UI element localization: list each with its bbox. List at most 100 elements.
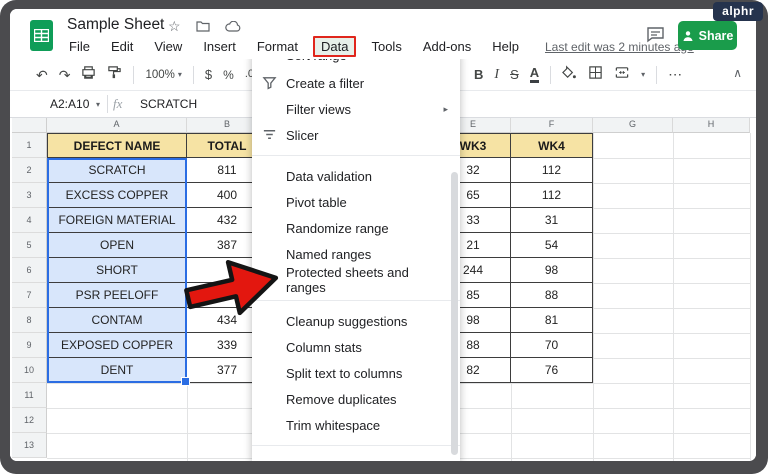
column-header-g[interactable]: G — [593, 116, 673, 133]
menu-item-column-stats[interactable]: Column stats — [252, 334, 460, 360]
share-button[interactable]: Share — [678, 21, 737, 50]
menu-item-cleanup-suggestions[interactable]: Cleanup suggestions — [252, 308, 460, 334]
more-options-icon[interactable]: ⋯ — [668, 66, 683, 83]
table-cell[interactable]: 76 — [511, 358, 593, 383]
bold-button[interactable]: B — [474, 67, 483, 82]
menu-item-slicer[interactable]: Slicer — [252, 122, 460, 148]
row-header-12[interactable]: 12 — [12, 408, 47, 433]
print-icon[interactable] — [81, 65, 96, 85]
table-cell[interactable]: SHORT — [47, 258, 187, 283]
column-header-a[interactable]: A — [47, 116, 187, 133]
formula-input[interactable]: SCRATCH — [140, 97, 197, 111]
row-header-3[interactable]: 3 — [12, 183, 47, 208]
table-cell[interactable]: SCRATCH — [47, 158, 187, 183]
column-header-h[interactable]: H — [673, 116, 750, 133]
chevron-down-icon: ▾ — [178, 70, 182, 79]
menu-file[interactable]: File — [66, 38, 93, 55]
menu-addons[interactable]: Add-ons — [420, 38, 474, 55]
divider — [193, 66, 194, 84]
collapse-toolbar-icon[interactable]: ∧ — [733, 66, 742, 80]
column-header-f[interactable]: F — [511, 116, 593, 133]
text-color-button[interactable]: A — [530, 66, 539, 83]
menu-item-data-validation[interactable]: Data validation — [252, 163, 460, 189]
chevron-down-icon[interactable]: ▾ — [641, 70, 645, 79]
currency-format-button[interactable]: $ — [205, 68, 212, 81]
divider — [656, 66, 657, 84]
row-header-5[interactable]: 5 — [12, 233, 47, 258]
row-header-7[interactable]: 7 — [12, 283, 47, 308]
table-cell[interactable]: WK4 — [511, 133, 593, 158]
table-cell[interactable]: 54 — [511, 233, 593, 258]
row-header-6[interactable]: 6 — [12, 258, 47, 283]
menu-item-pivot-table[interactable]: Pivot table — [252, 189, 460, 215]
person-icon — [682, 30, 694, 42]
menu-item-filter-views[interactable]: Filter views ▸ — [252, 96, 460, 122]
row-header-11[interactable]: 11 — [12, 383, 47, 408]
menu-tools[interactable]: Tools — [368, 38, 404, 55]
row-header-9[interactable]: 9 — [12, 333, 47, 358]
table-cell[interactable]: CONTAM — [47, 308, 187, 333]
shortcut-label: Alt+Shift+→ — [384, 459, 448, 461]
row-header-4[interactable]: 4 — [12, 208, 47, 233]
fill-color-icon[interactable] — [562, 65, 577, 85]
merge-cells-icon[interactable] — [614, 65, 630, 85]
menu-item-remove-duplicates[interactable]: Remove duplicates — [252, 386, 460, 412]
menu-divider — [252, 445, 460, 446]
menu-item-create-a-filter[interactable]: Create a filter — [252, 70, 460, 96]
row-header-10[interactable]: 10 — [12, 358, 47, 383]
table-cell[interactable]: 31 — [511, 208, 593, 233]
menu-item-randomize-range[interactable]: Randomize range — [252, 215, 460, 241]
menu-data[interactable]: Data — [313, 36, 356, 57]
menu-item-trim-whitespace[interactable]: Trim whitespace — [252, 412, 460, 438]
document-status-cloud-icon[interactable] — [225, 19, 241, 35]
data-menu-dropdown: Sort range Create a filter Filter views … — [252, 52, 460, 461]
chevron-down-icon[interactable]: ▾ — [96, 100, 100, 109]
menu-item-protected-sheets-and-ranges[interactable]: Protected sheets and ranges — [252, 267, 460, 293]
table-cell[interactable]: 98 — [511, 258, 593, 283]
borders-icon[interactable] — [588, 65, 603, 85]
table-cell[interactable]: PSR PEELOFF — [47, 283, 187, 308]
comment-icon[interactable] — [646, 26, 665, 43]
menu-help[interactable]: Help — [489, 38, 522, 55]
menu-view[interactable]: View — [151, 38, 185, 55]
table-cell[interactable]: DEFECT NAME — [47, 133, 187, 158]
menu-format[interactable]: Format — [254, 38, 301, 55]
table-cell[interactable]: 81 — [511, 308, 593, 333]
fill-handle[interactable] — [181, 377, 190, 386]
document-title[interactable]: Sample Sheet — [67, 16, 164, 34]
undo-icon[interactable]: ↶ — [36, 68, 48, 82]
table-cell[interactable]: FOREIGN MATERIAL — [47, 208, 187, 233]
zoom-select[interactable]: 100%▾ — [145, 69, 181, 81]
paint-format-icon[interactable] — [107, 65, 122, 85]
menu-item-split-text-to-columns[interactable]: Split text to columns — [252, 360, 460, 386]
row-header-13[interactable]: 13 — [12, 433, 47, 458]
sheets-logo-icon[interactable] — [30, 20, 53, 51]
divider — [133, 66, 134, 84]
table-cell[interactable]: 112 — [511, 183, 593, 208]
strikethrough-button[interactable]: S — [510, 67, 519, 82]
name-box[interactable]: A2:A10 — [50, 97, 89, 111]
italic-button[interactable]: I — [494, 67, 499, 83]
slicer-icon — [262, 127, 277, 145]
menu-scrollbar[interactable] — [451, 172, 458, 455]
table-cell[interactable]: OPEN — [47, 233, 187, 258]
table-cell[interactable]: 112 — [511, 158, 593, 183]
row-header-2[interactable]: 2 — [12, 158, 47, 183]
menu-edit[interactable]: Edit — [108, 38, 136, 55]
table-cell[interactable]: 70 — [511, 333, 593, 358]
row-header-1[interactable]: 1 — [12, 133, 47, 158]
move-to-folder-icon[interactable] — [196, 19, 210, 35]
table-cell[interactable]: DENT — [47, 358, 187, 383]
table-cell[interactable]: 88 — [511, 283, 593, 308]
menu-insert[interactable]: Insert — [200, 38, 239, 55]
menu-item-group[interactable]: Group Alt+Shift+→ — [252, 453, 460, 461]
row-header-8[interactable]: 8 — [12, 308, 47, 333]
star-icon[interactable]: ☆ — [168, 18, 181, 35]
table-cell[interactable]: EXPOSED COPPER — [47, 333, 187, 358]
redo-icon[interactable]: ↷ — [59, 68, 71, 82]
table-cell[interactable]: EXCESS COPPER — [47, 183, 187, 208]
menu-item-named-ranges[interactable]: Named ranges — [252, 241, 460, 267]
percent-format-button[interactable]: % — [223, 69, 234, 81]
select-all-corner[interactable] — [12, 116, 47, 133]
last-edit-link[interactable]: Last edit was 2 minutes ago — [545, 40, 694, 54]
